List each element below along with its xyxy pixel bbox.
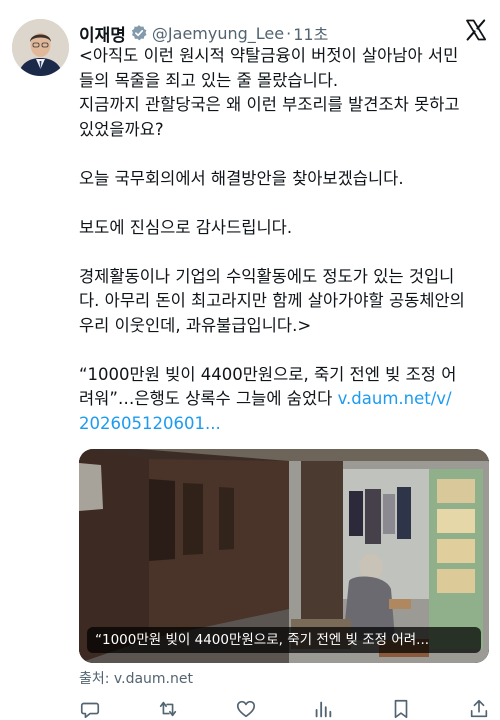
avatar[interactable] — [12, 19, 69, 76]
article-link-continued[interactable]: 202605120601... — [79, 412, 489, 437]
link-source[interactable]: 출처: v.daum.net — [79, 668, 193, 688]
views-icon[interactable] — [312, 698, 334, 720]
tweet-line: 들의 목줄을 죄고 있는 줄 몰랐습니다. — [79, 70, 339, 90]
author-handle[interactable]: @Jaemyung_Lee — [152, 24, 284, 43]
author-name[interactable]: 이재명 — [79, 21, 126, 46]
x-logo-icon[interactable] — [464, 18, 488, 42]
verified-badge-icon — [130, 24, 148, 42]
tweet-text: <아직도 이런 원시적 약탈금융이 버젓이 살아남아 서민 들의 목줄을 죄고 … — [79, 44, 489, 436]
tweet-line: 지금까지 관할당국은 왜 이런 부조리를 발견조차 못하고 — [79, 95, 460, 114]
share-icon[interactable] — [468, 698, 490, 720]
tweet-line: 보도에 진심으로 감사드립니다. — [79, 217, 293, 237]
action-bar — [79, 698, 490, 720]
tweet-timestamp[interactable]: 11초 — [293, 21, 328, 45]
reply-icon[interactable] — [79, 698, 101, 720]
preview-caption: “1000만원 빚이 4400만원으로, 죽기 전엔 빚 조정 어려... — [87, 627, 481, 653]
tweet-line: 다. 아무리 돈이 최고라지만 함께 살아가야할 공동체안의 — [79, 291, 465, 310]
like-icon[interactable] — [235, 698, 257, 720]
tweet-line: 있었을까요? — [79, 119, 164, 139]
bookmark-icon[interactable] — [390, 698, 412, 720]
tweet-line-with-link: 려워”…은행도 상록수 그늘에 숨었다 v.daum.net/v/ — [79, 387, 489, 412]
link-preview-card[interactable]: “1000만원 빚이 4400만원으로, 죽기 전엔 빚 조정 어려... — [79, 449, 489, 663]
article-link[interactable]: v.daum.net/v/ — [338, 389, 452, 408]
retweet-icon[interactable] — [157, 698, 179, 720]
tweet-line: “1000만원 빚이 4400만원으로, 죽기 전엔 빚 조정 어 — [79, 364, 457, 384]
tweet-line: 려워”…은행도 상록수 그늘에 숨었다 — [79, 389, 333, 408]
tweet-line: 오늘 국무회의에서 해결방안을 찾아보겠습니다. — [79, 168, 404, 188]
tweet-line: 우리 이웃인데, 과유불급입니다.> — [79, 315, 312, 335]
tweet-line: <아직도 이런 원시적 약탈금융이 버젓이 살아남아 서민 — [79, 46, 459, 65]
header-separator: · — [286, 23, 292, 43]
tweet-line: 경제활동이나 기업의 수익활동에도 정도가 있는 것입니 — [79, 266, 455, 286]
